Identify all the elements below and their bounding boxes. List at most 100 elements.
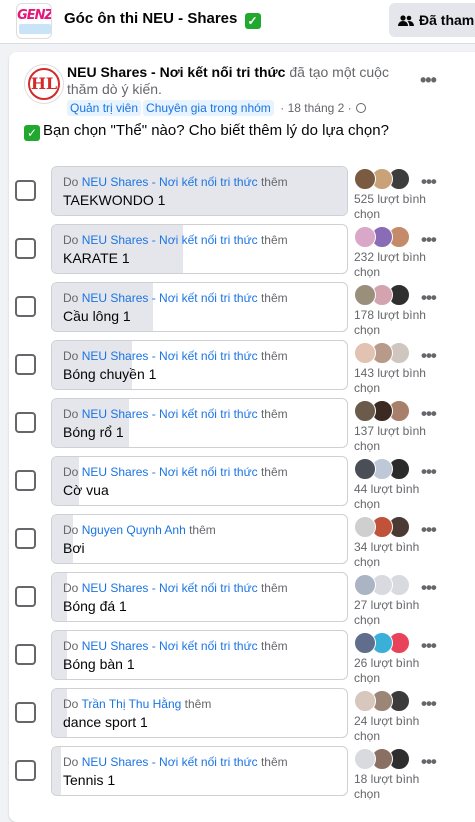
- author-name[interactable]: NEU Shares - Nơi kết nối tri thức: [67, 64, 285, 80]
- option-more-button[interactable]: •••: [421, 404, 437, 424]
- option-label: Cờ vua: [63, 482, 109, 498]
- voter-avatar: [354, 574, 376, 596]
- group-logo-banner: [19, 24, 51, 34]
- option-bar[interactable]: Do NEU Shares - Nơi kết nối tri thức thê…: [51, 572, 348, 622]
- vote-count[interactable]: 143 lượt bình chọn: [354, 366, 426, 396]
- option-label: Bóng rổ 1: [63, 424, 124, 440]
- vote-count[interactable]: 26 lượt bình chọn: [354, 656, 426, 686]
- option-more-button[interactable]: •••: [421, 346, 437, 366]
- option-checkbox[interactable]: [15, 238, 36, 259]
- voter-avatars[interactable]: [354, 458, 414, 480]
- added-by-name[interactable]: Trần Thị Thu Hằng: [81, 697, 181, 711]
- added-prefix: Do: [63, 639, 82, 653]
- voter-avatars[interactable]: [354, 168, 414, 190]
- vote-count[interactable]: 27 lượt bình chọn: [354, 598, 426, 628]
- option-added-by: Do NEU Shares - Nơi kết nối tri thức thê…: [63, 581, 288, 595]
- option-more-button[interactable]: •••: [421, 694, 437, 714]
- added-by-name[interactable]: NEU Shares - Nơi kết nối tri thức: [82, 291, 258, 305]
- voter-avatars[interactable]: [354, 690, 414, 712]
- option-added-by: Do NEU Shares - Nơi kết nối tri thức thê…: [63, 349, 288, 363]
- option-more-button[interactable]: •••: [421, 520, 437, 540]
- added-by-name[interactable]: NEU Shares - Nơi kết nối tri thức: [82, 407, 258, 421]
- voter-avatars[interactable]: [354, 632, 414, 654]
- added-prefix: Do: [63, 175, 82, 189]
- voter-avatars[interactable]: [354, 748, 414, 770]
- option-more-button[interactable]: •••: [421, 462, 437, 482]
- vote-count[interactable]: 34 lượt bình chọn: [354, 540, 426, 570]
- added-prefix: Do: [63, 233, 82, 247]
- option-added-by: Do NEU Shares - Nơi kết nối tri thức thê…: [63, 639, 288, 653]
- poll-option: Do NEU Shares - Nơi kết nối tri thức thê…: [0, 746, 475, 801]
- added-suffix: thêm: [257, 349, 288, 363]
- option-more-button[interactable]: •••: [421, 752, 437, 772]
- option-checkbox[interactable]: [15, 644, 36, 665]
- added-by-name[interactable]: NEU Shares - Nơi kết nối tri thức: [82, 465, 258, 479]
- added-by-name[interactable]: Nguyen Quynh Anh: [82, 523, 186, 537]
- option-checkbox[interactable]: [15, 528, 36, 549]
- option-more-button[interactable]: •••: [421, 230, 437, 250]
- avatar-logo-text: HL: [30, 74, 58, 93]
- option-label: Bóng đá 1: [63, 598, 127, 614]
- option-checkbox[interactable]: [15, 296, 36, 317]
- vote-count[interactable]: 24 lượt bình chọn: [354, 714, 426, 744]
- option-bar[interactable]: Do NEU Shares - Nơi kết nối tri thức thê…: [51, 398, 348, 448]
- author-avatar[interactable]: HL: [24, 64, 64, 104]
- added-by-name[interactable]: NEU Shares - Nơi kết nối tri thức: [82, 581, 258, 595]
- added-by-name[interactable]: NEU Shares - Nơi kết nối tri thức: [82, 755, 258, 769]
- option-added-by: Do NEU Shares - Nơi kết nối tri thức thê…: [63, 233, 288, 247]
- voter-avatars[interactable]: [354, 400, 414, 422]
- voter-avatar: [354, 342, 376, 364]
- group-logo[interactable]: GENZ: [16, 3, 52, 39]
- option-bar[interactable]: Do NEU Shares - Nơi kết nối tri thức thê…: [51, 282, 348, 332]
- option-bar[interactable]: Do Nguyen Quynh Anh thêm Bơi: [51, 514, 348, 564]
- group-title[interactable]: Góc ôn thi NEU - Shares ✓: [64, 10, 261, 29]
- post-timestamp[interactable]: · 18 tháng 2 ·: [280, 101, 351, 115]
- option-checkbox[interactable]: [15, 760, 36, 781]
- option-bar[interactable]: Do NEU Shares - Nơi kết nối tri thức thê…: [51, 340, 348, 390]
- joined-label: Đã tham: [419, 12, 475, 28]
- post-more-button[interactable]: •••: [420, 70, 437, 91]
- option-label: KARATE 1: [63, 250, 130, 266]
- option-more-button[interactable]: •••: [421, 288, 437, 308]
- group-title-text: Góc ôn thi NEU - Shares: [64, 10, 238, 27]
- added-by-name[interactable]: NEU Shares - Nơi kết nối tri thức: [82, 639, 258, 653]
- option-added-by: Do Trần Thị Thu Hằng thêm: [63, 697, 211, 711]
- voter-avatars[interactable]: [354, 284, 414, 306]
- option-checkbox[interactable]: [15, 180, 36, 201]
- option-bar[interactable]: Do NEU Shares - Nơi kết nối tri thức thê…: [51, 746, 348, 796]
- vote-count[interactable]: 44 lượt bình chọn: [354, 482, 426, 512]
- voter-avatars[interactable]: [354, 342, 414, 364]
- joined-button[interactable]: Đã tham: [389, 3, 475, 37]
- added-by-name[interactable]: NEU Shares - Nơi kết nối tri thức: [82, 349, 258, 363]
- vote-count[interactable]: 178 lượt bình chọn: [354, 308, 426, 338]
- voter-avatars[interactable]: [354, 516, 414, 538]
- added-by-name[interactable]: NEU Shares - Nơi kết nối tri thức: [82, 175, 258, 189]
- voter-avatar: [354, 748, 376, 770]
- option-checkbox[interactable]: [15, 354, 36, 375]
- option-added-by: Do Nguyen Quynh Anh thêm: [63, 523, 216, 537]
- option-checkbox[interactable]: [15, 412, 36, 433]
- vote-count[interactable]: 18 lượt bình chọn: [354, 772, 426, 802]
- vote-count[interactable]: 232 lượt bình chọn: [354, 250, 426, 280]
- option-bar[interactable]: Do NEU Shares - Nơi kết nối tri thức thê…: [51, 630, 348, 680]
- option-more-button[interactable]: •••: [421, 636, 437, 656]
- option-fill: [52, 747, 61, 795]
- option-checkbox[interactable]: [15, 586, 36, 607]
- voter-avatars[interactable]: [354, 574, 414, 596]
- added-by-name[interactable]: NEU Shares - Nơi kết nối tri thức: [82, 233, 258, 247]
- vote-count[interactable]: 525 lượt bình chọn: [354, 192, 426, 222]
- post-header: NEU Shares - Nơi kết nối tri thức đã tạo…: [67, 64, 417, 98]
- option-bar[interactable]: Do Trần Thị Thu Hằng thêm dance sport 1: [51, 688, 348, 738]
- option-more-button[interactable]: •••: [421, 578, 437, 598]
- vote-count[interactable]: 137 lượt bình chọn: [354, 424, 426, 454]
- badge-expert[interactable]: Chuyên gia trong nhóm: [143, 100, 274, 116]
- option-checkbox[interactable]: [15, 702, 36, 723]
- option-more-button[interactable]: •••: [421, 172, 437, 192]
- option-checkbox[interactable]: [15, 470, 36, 491]
- option-label: Cầu lông 1: [63, 308, 131, 324]
- voter-avatars[interactable]: [354, 226, 414, 248]
- option-bar[interactable]: Do NEU Shares - Nơi kết nối tri thức thê…: [51, 224, 348, 274]
- option-bar[interactable]: Do NEU Shares - Nơi kết nối tri thức thê…: [51, 166, 348, 216]
- option-bar[interactable]: Do NEU Shares - Nơi kết nối tri thức thê…: [51, 456, 348, 506]
- badge-admin[interactable]: Quản trị viên: [67, 100, 142, 116]
